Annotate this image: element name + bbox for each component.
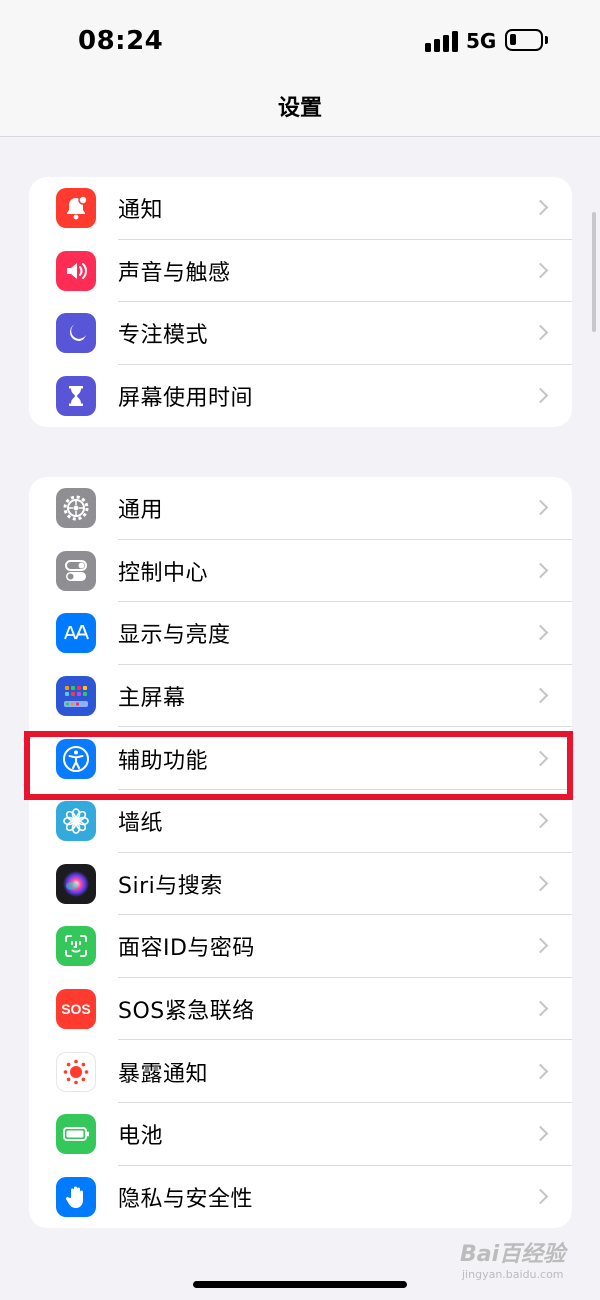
chevron-right-icon [532, 200, 549, 216]
battery-icon [56, 1114, 96, 1155]
settings-row-label: 面容ID与密码 [118, 936, 255, 962]
chevron-right-icon [532, 687, 549, 704]
chevron-right-icon [532, 1188, 549, 1205]
settings-group-2: 通用 控制中心 显示与亮度 主屏幕 辅助功能 墙纸 Siri与搜索 面容ID与密… [29, 477, 572, 1229]
status-time: 08:24 [78, 26, 164, 56]
settings-row-label: 控制中心 [118, 560, 209, 586]
navigation-bar: 设置 [0, 80, 600, 137]
settings-group-1: 通知 声音与触感 专注模式 屏幕使用时间 [29, 177, 572, 428]
settings-row-label: 屏幕使用时间 [118, 386, 254, 412]
settings-row-screen-time[interactable]: 屏幕使用时间 [29, 365, 572, 428]
chevron-right-icon [532, 1125, 549, 1142]
settings-row-label: 墙纸 [118, 811, 164, 837]
moon-icon [56, 313, 96, 354]
settings-row-label: 专注模式 [118, 323, 209, 349]
settings-row-label: 声音与触感 [118, 260, 231, 286]
hand-icon [56, 1176, 96, 1217]
chevron-right-icon [532, 938, 549, 954]
siri-icon [56, 863, 96, 904]
face-id-icon [56, 926, 96, 967]
highlight-box [24, 731, 573, 800]
settings-row-label: SOS紧急联络 [118, 999, 255, 1025]
settings-row-general[interactable]: 通用 [29, 477, 572, 540]
watermark-logo: Bai百经验 jingyan.baidu.com [460, 1232, 590, 1288]
settings-row-privacy[interactable]: 隐私与安全性 [29, 1166, 572, 1229]
settings-row-label: 暴露通知 [118, 1061, 209, 1087]
watermark-main: Bai百经验 [460, 1242, 566, 1267]
settings-row-battery[interactable]: 电池 [29, 1103, 572, 1166]
watermark-sub: jingyan.baidu.com [462, 1268, 564, 1281]
settings-row-exposure[interactable]: 暴露通知 [29, 1040, 572, 1103]
chevron-right-icon [532, 1000, 549, 1017]
settings-row-label: Siri与搜索 [118, 873, 223, 899]
chevron-right-icon [532, 875, 549, 892]
sos-badge-text: SOS [61, 1001, 91, 1018]
settings-row-label: 主屏幕 [118, 686, 186, 712]
settings-row-sounds[interactable]: 声音与触感 [29, 240, 572, 303]
settings-row-label: 通知 [118, 198, 164, 224]
settings-row-label: 显示与亮度 [118, 623, 231, 649]
gear-icon [56, 488, 96, 529]
settings-row-notifications[interactable]: 通知 [29, 177, 572, 240]
scrollbar[interactable] [592, 212, 596, 332]
settings-row-home-screen[interactable]: 主屏幕 [29, 665, 572, 728]
settings-row-focus[interactable]: 专注模式 [29, 302, 572, 365]
settings-row-siri[interactable]: Siri与搜索 [29, 853, 572, 916]
network-type: 5G [466, 29, 497, 53]
battery-status-icon [505, 29, 548, 51]
settings-row-label: 通用 [118, 498, 164, 524]
text-size-icon [56, 613, 96, 654]
home-screen-icon [56, 676, 96, 717]
settings-row-label: 隐私与安全性 [118, 1186, 254, 1212]
chevron-right-icon [532, 625, 549, 641]
chevron-right-icon [532, 262, 549, 279]
sos-icon: SOS [56, 989, 96, 1030]
chevron-right-icon [532, 500, 549, 516]
settings-row-control-center[interactable]: 控制中心 [29, 540, 572, 603]
chevron-right-icon [532, 325, 549, 341]
chevron-right-icon [532, 387, 549, 404]
settings-row-emergency-sos[interactable]: SOS SOS紧急联络 [29, 978, 572, 1041]
home-indicator[interactable] [193, 1281, 407, 1288]
page-title: 设置 [277, 96, 322, 121]
notifications-icon [56, 188, 96, 229]
status-bar: 08:24 5G [0, 0, 600, 80]
chevron-right-icon [532, 812, 549, 829]
flower-icon [56, 801, 96, 842]
sound-icon [56, 250, 96, 291]
chevron-right-icon [532, 1063, 549, 1079]
settings-row-face-id[interactable]: 面容ID与密码 [29, 915, 572, 978]
settings-row-display[interactable]: 显示与亮度 [29, 602, 572, 665]
exposure-icon [56, 1051, 96, 1092]
settings-row-label: 电池 [118, 1124, 164, 1150]
cellular-signal-icon [425, 30, 459, 52]
toggles-icon [56, 550, 96, 591]
hourglass-icon [56, 376, 96, 417]
chevron-right-icon [532, 562, 549, 579]
